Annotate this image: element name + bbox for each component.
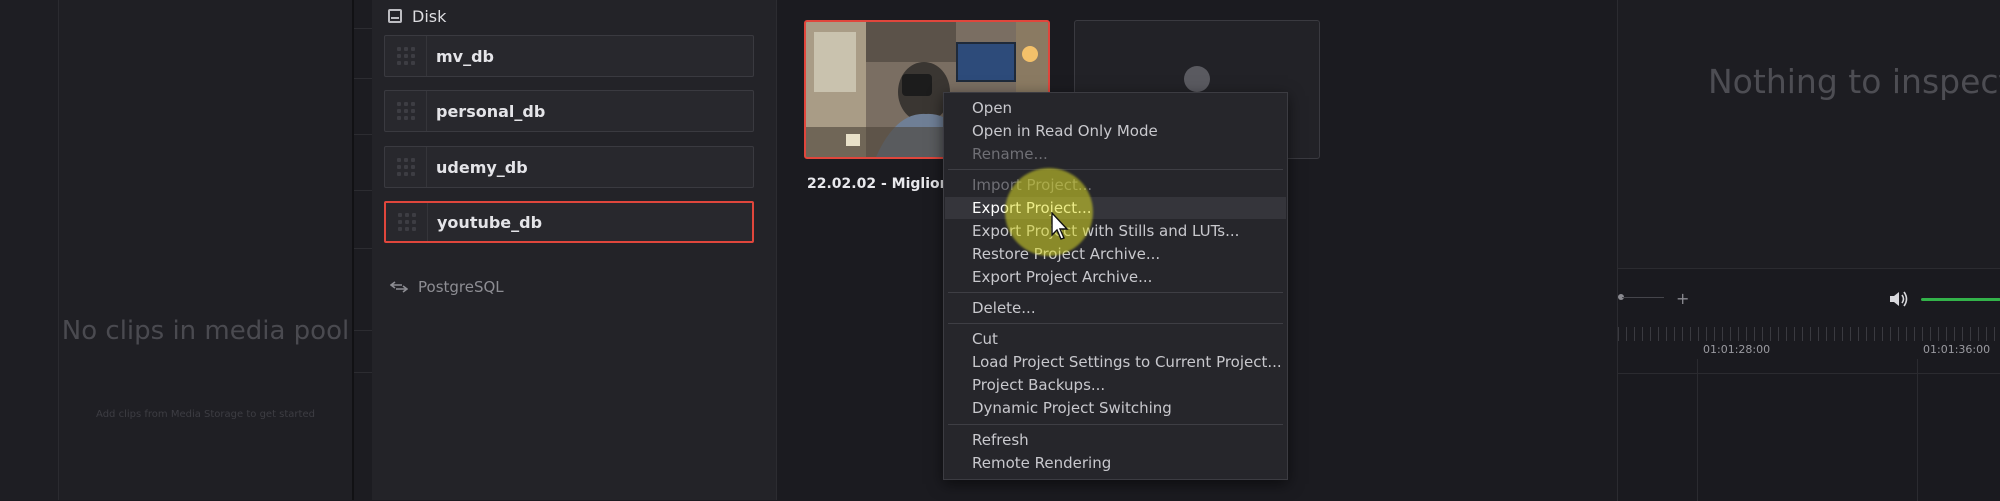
postgresql-section-header[interactable]: PostgreSQL — [390, 278, 504, 296]
audio-level-meter — [1921, 298, 2000, 301]
menu-separator — [948, 323, 1283, 324]
zoom-slider[interactable] — [1622, 297, 1664, 298]
media-pool-empty-title: No clips in media pool — [61, 316, 350, 346]
swap-arrows-icon — [390, 281, 408, 293]
left-toolbar-strip — [0, 0, 59, 500]
database-item-label: youtube_db — [437, 212, 543, 232]
rail-tick — [354, 248, 372, 249]
zoom-in-icon[interactable]: + — [1676, 289, 1689, 308]
inspector-panel: Nothing to inspect — [1617, 0, 2000, 268]
menu-separator — [948, 424, 1283, 425]
database-item-mv-db[interactable]: mv_db — [384, 35, 754, 77]
menu-item-remote-rendering[interactable]: Remote Rendering — [972, 454, 1111, 472]
side-rail — [354, 0, 373, 500]
menu-separator — [948, 292, 1283, 293]
database-item-label: personal_db — [436, 101, 546, 121]
database-grid-icon — [385, 91, 427, 131]
rail-tick — [354, 78, 372, 79]
context-menu: Open Open in Read Only Mode Rename... Im… — [943, 92, 1288, 480]
menu-item-rename[interactable]: Rename... — [972, 145, 1048, 163]
menu-item-load-project-settings[interactable]: Load Project Settings to Current Project… — [972, 353, 1282, 371]
rail-tick — [354, 28, 372, 29]
disk-label: Disk — [412, 6, 447, 26]
media-pool-empty-subtitle: Add clips from Media Storage to get star… — [96, 409, 315, 420]
database-grid-icon — [385, 36, 427, 76]
menu-separator — [948, 169, 1283, 170]
menu-item-dynamic-switching[interactable]: Dynamic Project Switching — [972, 399, 1172, 417]
inspector-empty-message: Nothing to inspect — [1708, 62, 2000, 101]
media-pool-panel: No clips in media pool Add clips from Me… — [59, 0, 352, 500]
rail-tick — [354, 190, 372, 191]
timecode-label: 01:01:36:00 — [1923, 343, 1991, 356]
database-grid-icon — [385, 147, 427, 187]
timecode-label: 01:01:28:00 — [1703, 343, 1771, 356]
rail-tick — [354, 372, 372, 373]
database-item-label: mv_db — [436, 46, 495, 66]
menu-item-open-read-only[interactable]: Open in Read Only Mode — [972, 122, 1158, 140]
timeline-panel: + 01:01:28:00 01:01:36:00 — [1617, 268, 2000, 501]
disk-section-header: Disk — [388, 6, 446, 26]
volume-icon[interactable] — [1888, 289, 1910, 309]
timeline-gridline — [1697, 359, 1698, 501]
mouse-pointer-icon — [1051, 212, 1069, 240]
database-grid-icon — [386, 203, 428, 241]
database-item-udemy-db[interactable]: udemy_db — [384, 146, 754, 188]
database-list-panel: Disk mv_db personal_db udemy_db youtube_… — [372, 0, 777, 500]
track-divider — [1618, 373, 2000, 374]
menu-item-delete[interactable]: Delete... — [972, 299, 1036, 317]
menu-item-open[interactable]: Open — [972, 99, 1012, 117]
rail-tick — [354, 330, 372, 331]
timeline-gridline — [1917, 359, 1918, 501]
rail-tick — [354, 134, 372, 135]
placeholder-icon — [1184, 66, 1210, 92]
timeline-ruler[interactable] — [1618, 327, 2000, 341]
disk-icon — [388, 9, 402, 23]
menu-item-cut[interactable]: Cut — [972, 330, 998, 348]
menu-item-project-backups[interactable]: Project Backups... — [972, 376, 1105, 394]
cursor-highlight — [1005, 168, 1093, 256]
postgresql-label: PostgreSQL — [418, 278, 504, 296]
menu-item-export-archive[interactable]: Export Project Archive... — [972, 268, 1152, 286]
menu-item-refresh[interactable]: Refresh — [972, 431, 1029, 449]
database-item-youtube-db[interactable]: youtube_db — [384, 201, 754, 243]
database-item-label: udemy_db — [436, 157, 528, 177]
database-item-personal-db[interactable]: personal_db — [384, 90, 754, 132]
